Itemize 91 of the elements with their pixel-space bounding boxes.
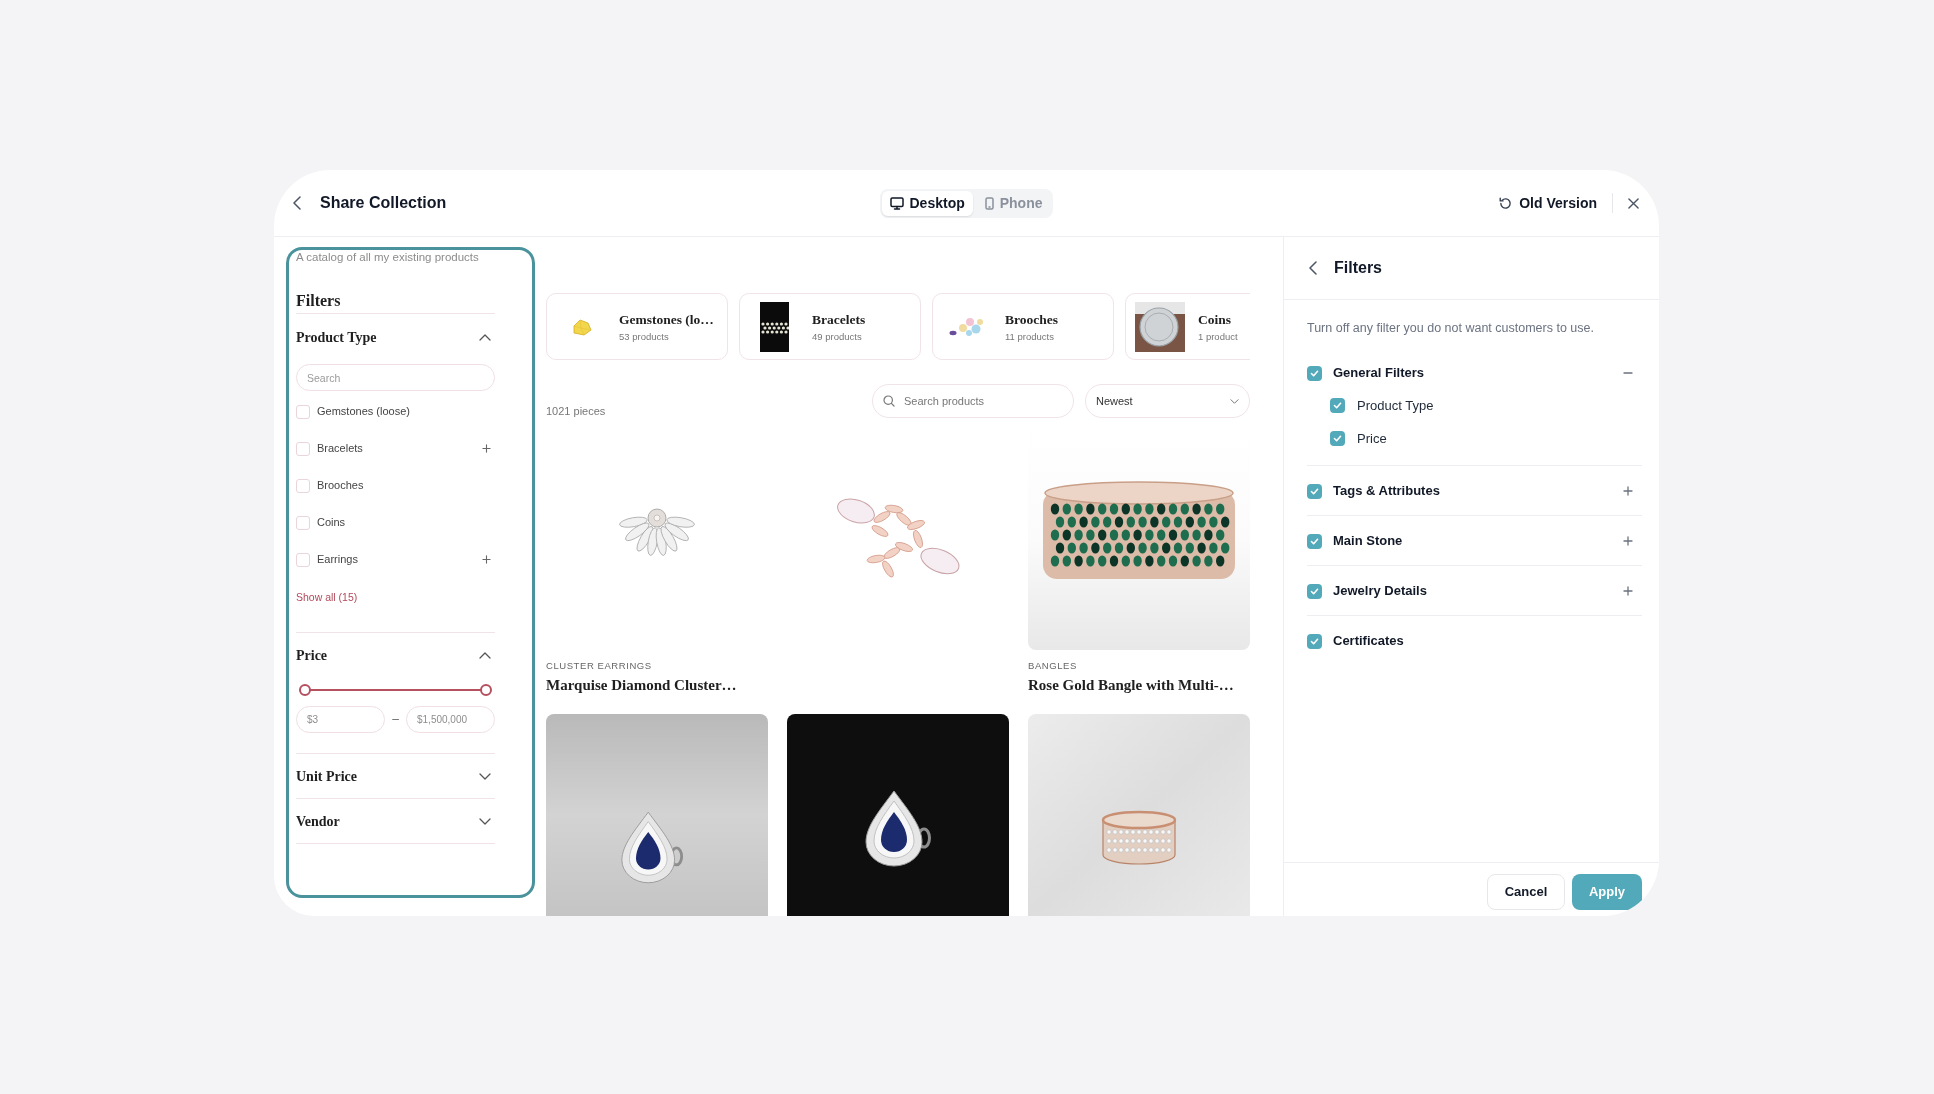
filter-group-label: General Filters (1333, 364, 1425, 383)
checkbox[interactable] (1330, 398, 1345, 413)
phone-icon (984, 196, 994, 210)
product-count: 53 products (619, 330, 670, 343)
show-all-link[interactable]: Show all (15) (296, 590, 358, 603)
checkbox[interactable] (296, 441, 310, 456)
slider-thumb[interactable] (299, 683, 311, 696)
checkbox[interactable] (296, 515, 310, 530)
option-label: Brooches (317, 478, 364, 494)
option-label: Gemstones (loose) (317, 404, 410, 420)
gemstone-drawing (570, 317, 592, 336)
catalog-description: A catalog of all my existing products (296, 250, 480, 264)
monitor-icon (889, 196, 904, 210)
cancel-button[interactable]: Cancel (1487, 874, 1565, 910)
search-icon (883, 395, 895, 407)
product-search-field[interactable]: Search products (872, 384, 1074, 418)
product-count: 11 products (1005, 330, 1055, 343)
price-range-slider[interactable] (299, 683, 492, 696)
slider-thumb[interactable] (480, 683, 492, 696)
filter-group-label: Tags & Attributes (1333, 482, 1440, 501)
filter-group-label: Main Stone (1333, 532, 1403, 551)
check-icon (1310, 537, 1319, 545)
filter-section-title: Price (296, 647, 328, 665)
window-title: Share Collection (320, 193, 447, 213)
filter-group-label: Jewelry Details (1333, 582, 1427, 601)
checkbox[interactable] (296, 404, 310, 419)
view-tab[interactable]: Desktop (881, 190, 973, 216)
check-icon (1333, 435, 1342, 442)
checkbox[interactable] (296, 552, 310, 567)
bracelet-drawing (759, 301, 789, 352)
plus-icon[interactable] (482, 444, 491, 453)
rotate-left-icon (1499, 196, 1513, 210)
chevron-down-icon[interactable] (479, 773, 491, 780)
product-category: CLUSTER EARRINGS (546, 660, 653, 672)
filter-option-label: Product Type (1357, 396, 1434, 415)
category-card[interactable]: Brooches 11 products (932, 293, 1114, 360)
search-field[interactable]: Search (296, 364, 495, 391)
check-icon (1310, 587, 1319, 595)
product-title[interactable]: Marquise Diamond Cluster… (546, 675, 768, 695)
category-name: Bracelets (812, 310, 866, 329)
option-label: Bracelets (317, 441, 363, 457)
check-icon (1310, 369, 1319, 377)
result-count: 1021 pieces (546, 405, 606, 417)
min-price-field[interactable]: $3 (296, 705, 385, 733)
plus-icon[interactable] (1623, 586, 1633, 596)
checkbox[interactable] (1307, 583, 1322, 599)
plus-icon[interactable] (482, 555, 491, 564)
checkbox[interactable] (1307, 533, 1322, 549)
panel-title: Filters (1334, 258, 1382, 278)
checkbox[interactable] (296, 478, 310, 493)
brooch-drawing (949, 315, 985, 338)
chevron-down-icon[interactable] (479, 818, 491, 825)
product-count: 1 product (1198, 330, 1238, 343)
category-card[interactable]: Gemstones (lo… 53 products (546, 293, 728, 360)
coin-drawing (1135, 301, 1185, 352)
checkbox[interactable] (1307, 633, 1322, 649)
old-version-button[interactable]: Old Version (1499, 192, 1597, 214)
filter-option-label: Price (1357, 429, 1387, 448)
product-category: BANGLES (1028, 660, 1078, 672)
close-icon[interactable] (1628, 197, 1639, 209)
category-name: Gemstones (lo… (619, 310, 714, 329)
max-price-field[interactable]: $1,500,000 (406, 705, 495, 733)
checkbox[interactable] (1330, 431, 1345, 446)
photo-placeholder[interactable] (787, 714, 1009, 916)
category-name: Coins (1198, 310, 1232, 329)
product-count: 49 products (812, 330, 863, 343)
back-icon[interactable] (1309, 261, 1317, 275)
range-separator: – (392, 711, 399, 728)
category-name: Brooches (1005, 310, 1058, 329)
check-icon (1310, 637, 1319, 645)
filter-section-title: Product Type (296, 328, 377, 347)
back-icon[interactable] (293, 196, 301, 210)
filters-heading: Filters (296, 291, 342, 311)
panel-description: Turn off any filter you do not want customers to use. (1307, 320, 1595, 337)
check-icon (1333, 402, 1342, 409)
checkbox[interactable] (1307, 365, 1322, 381)
filter-section-title: Vendor (296, 813, 340, 831)
product-title[interactable]: Rose Gold Bangle with Multi-… (1028, 675, 1250, 695)
chevron-down-icon (1230, 398, 1239, 404)
category-card[interactable]: Bracelets 49 products (739, 293, 921, 360)
plus-icon[interactable] (1623, 486, 1633, 496)
chevron-up-icon[interactable] (479, 652, 491, 659)
option-label: Earrings (317, 552, 358, 568)
plus-icon[interactable] (1623, 536, 1633, 546)
checkbox[interactable] (1307, 483, 1322, 499)
chevron-up-icon[interactable] (479, 333, 491, 341)
category-card[interactable]: Coins 1 product (1125, 293, 1250, 360)
option-label: Coins (317, 515, 346, 531)
filter-group-label: Certificates (1333, 632, 1404, 651)
check-icon (1310, 487, 1319, 495)
filter-section-title: Unit Price (296, 768, 358, 786)
